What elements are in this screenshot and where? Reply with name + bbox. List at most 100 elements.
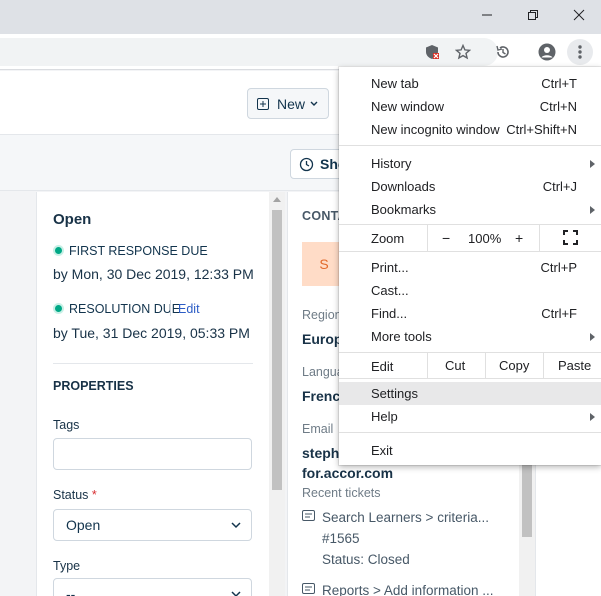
divider (170, 300, 171, 316)
menu-item-label: Help (371, 409, 398, 424)
fullscreen-icon[interactable] (563, 230, 578, 245)
zoom-label: Zoom (371, 231, 405, 246)
menu-separator (339, 145, 601, 146)
email-value-line2[interactable]: for.accor.com (302, 465, 393, 481)
ticket-details-panel: Open FIRST RESPONSE DUE by Mon, 30 Dec 2… (36, 192, 269, 596)
edit-row: Edit Cut Copy Paste (339, 353, 601, 380)
menu-item-label: New window (371, 99, 444, 114)
resolution-edit-link[interactable]: Edit (178, 302, 200, 316)
browser-toolbar (0, 34, 601, 70)
first-response-date: by Mon, 30 Dec 2019, 12:33 PM (53, 266, 254, 282)
status-label: Status * (53, 488, 97, 502)
divider (543, 353, 544, 378)
ticket-icon (302, 583, 315, 594)
minimize-icon[interactable] (464, 0, 510, 30)
menu-item-shortcut: Ctrl+T (541, 76, 577, 91)
language-value: Frencl (302, 388, 345, 404)
resolution-due-date: by Tue, 31 Dec 2019, 05:33 PM (53, 325, 250, 341)
menu-item-label: Find... (371, 306, 408, 321)
clock-icon (299, 157, 314, 171)
resolution-due-label: RESOLUTION DUE (69, 302, 181, 316)
menu-separator (339, 432, 601, 433)
menu-item-shortcut: Ctrl+Shift+N (506, 122, 577, 137)
paste-button[interactable]: Paste (558, 358, 591, 373)
menu-item-cast[interactable]: Cast... (339, 279, 601, 302)
menu-item-history[interactable]: History (339, 152, 601, 175)
zoom-out-button[interactable]: − (442, 230, 450, 246)
profile-icon[interactable] (534, 39, 560, 65)
zoom-level: 100% (468, 231, 502, 246)
chevron-down-icon (231, 591, 241, 596)
divider (485, 353, 486, 378)
menu-item-print[interactable]: Print... Ctrl+P (339, 256, 601, 279)
divider (539, 224, 540, 251)
scrollbar-thumb[interactable] (272, 210, 282, 490)
restore-icon[interactable] (510, 0, 556, 30)
status-select[interactable]: Open (53, 509, 252, 541)
status-select-value: Open (66, 517, 101, 533)
menu-item-label: New tab (371, 76, 419, 91)
history-icon[interactable] (490, 39, 516, 65)
menu-item-downloads[interactable]: Downloads Ctrl+J (339, 175, 601, 198)
menu-item-label: More tools (371, 329, 432, 344)
menu-item-settings[interactable]: Settings (339, 382, 601, 405)
menu-item-new-window[interactable]: New window Ctrl+N (339, 95, 601, 118)
scroll-up-arrow-icon[interactable] (273, 197, 281, 202)
zoom-in-button[interactable]: + (515, 230, 523, 246)
divider (427, 353, 428, 378)
submenu-arrow-icon (590, 160, 595, 168)
menu-item-label: New incognito window (371, 122, 500, 137)
type-select-value: -- (66, 586, 76, 596)
menu-item-new-incognito-window[interactable]: New incognito window Ctrl+Shift+N (339, 118, 601, 141)
menu-item-help[interactable]: Help (339, 405, 601, 428)
divider (427, 224, 428, 251)
menu-item-exit[interactable]: Exit (339, 439, 601, 462)
kebab-menu-icon[interactable] (567, 39, 593, 65)
browser-titlebar (0, 0, 601, 34)
chevron-down-icon (310, 101, 318, 106)
details-scrollbar[interactable] (269, 192, 285, 596)
menu-item-label: Downloads (371, 179, 436, 194)
menu-item-label: Print... (371, 260, 409, 275)
submenu-arrow-icon (590, 206, 595, 214)
divider (53, 363, 253, 364)
menu-item-label: Exit (371, 443, 393, 458)
tags-input[interactable] (53, 438, 252, 470)
submenu-arrow-icon (590, 413, 595, 421)
status-label-text: Status (53, 488, 89, 502)
new-button[interactable]: New (247, 88, 329, 119)
recent-ticket-status: Status: Closed (322, 552, 410, 567)
plus-square-icon (257, 97, 269, 110)
properties-heading: PROPERTIES (53, 379, 134, 393)
menu-item-bookmarks[interactable]: Bookmarks (339, 198, 601, 221)
blocked-extension-icon[interactable] (419, 39, 445, 65)
language-label: Langua (302, 365, 344, 379)
menu-item-new-tab[interactable]: New tab Ctrl+T (339, 72, 601, 95)
required-marker: * (91, 488, 97, 502)
type-label: Type (53, 559, 81, 573)
cut-button[interactable]: Cut (445, 358, 465, 373)
browser-menu: New tab Ctrl+T New window Ctrl+N New inc… (339, 67, 601, 465)
first-response-label: FIRST RESPONSE DUE (69, 244, 208, 258)
close-icon[interactable] (556, 0, 601, 30)
status-dot-icon (53, 303, 64, 314)
recent-ticket-title[interactable]: Reports > Add information ... (322, 583, 493, 596)
menu-item-more-tools[interactable]: More tools (339, 325, 601, 348)
recent-ticket-title[interactable]: Search Learners > criteria... (322, 510, 489, 525)
chevron-down-icon (231, 522, 241, 529)
menu-item-label: Bookmarks (371, 202, 437, 217)
ticket-icon (302, 510, 315, 521)
email-label: Email (302, 422, 334, 436)
menu-item-label: History (371, 156, 412, 171)
menu-item-label: Settings (371, 386, 418, 401)
region-label: Region (302, 308, 342, 322)
status-dot-icon (53, 245, 64, 256)
type-select[interactable]: -- (53, 578, 252, 596)
menu-item-find[interactable]: Find... Ctrl+F (339, 302, 601, 325)
ticket-status-heading: Open (53, 211, 92, 228)
copy-button[interactable]: Copy (499, 358, 529, 373)
edit-label: Edit (371, 359, 394, 374)
star-icon[interactable] (450, 39, 476, 65)
menu-separator (339, 251, 601, 252)
menu-item-shortcut: Ctrl+J (542, 179, 577, 194)
